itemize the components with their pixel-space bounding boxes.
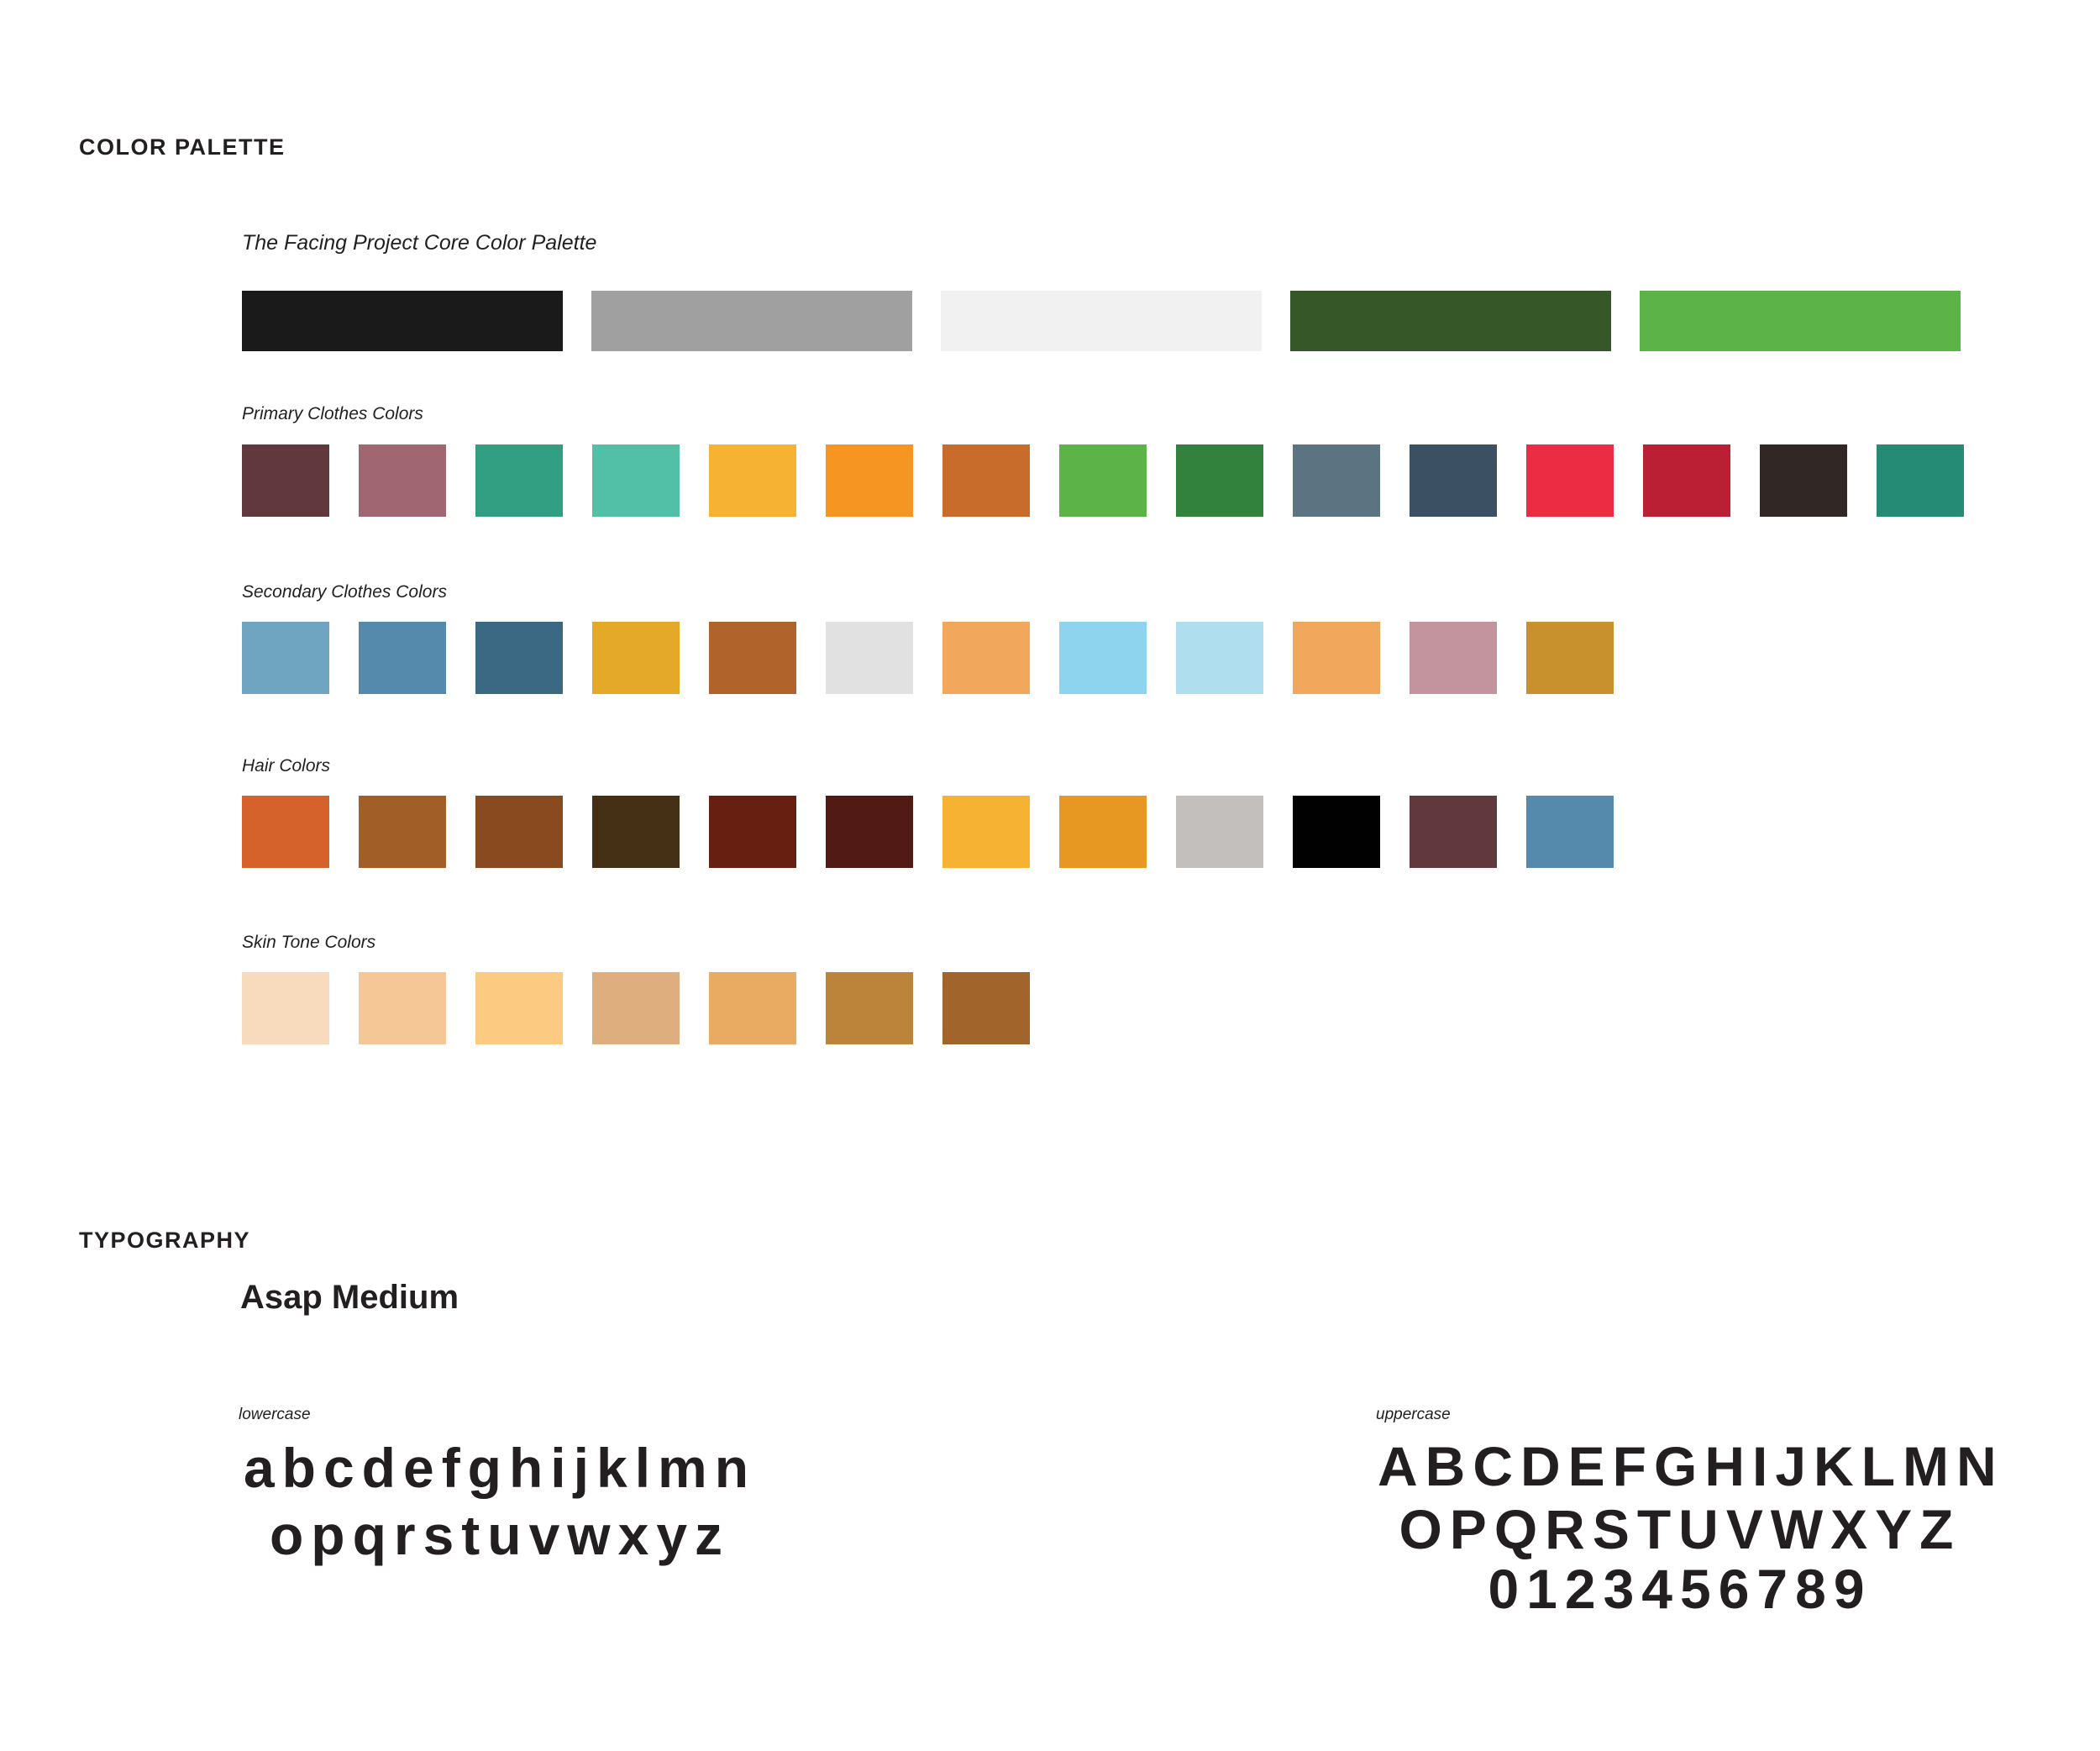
color-swatch (942, 444, 1030, 517)
color-swatch (242, 796, 329, 868)
color-swatch (475, 444, 563, 517)
color-swatch (826, 972, 913, 1044)
color-swatch (359, 796, 446, 868)
color-swatch (591, 291, 912, 351)
color-swatch (592, 444, 680, 517)
color-swatch (359, 972, 446, 1044)
core-palette-label: The Facing Project Core Color Palette (242, 231, 597, 255)
color-swatch (942, 972, 1030, 1044)
color-swatch (942, 796, 1030, 868)
color-swatch (1410, 622, 1497, 694)
secondary-clothes-label: Secondary Clothes Colors (242, 582, 447, 602)
color-swatch (592, 972, 680, 1044)
color-swatch (709, 622, 796, 694)
lowercase-line-2: opqrstuvwxyz (269, 1504, 731, 1566)
color-swatch (475, 622, 563, 694)
color-swatch (1877, 444, 1964, 517)
color-swatch (1176, 622, 1263, 694)
color-swatch (942, 622, 1030, 694)
color-swatch (592, 622, 680, 694)
uppercase-line-2: OPQRSTUVWXYZ (1399, 1498, 1961, 1560)
color-swatch (1526, 622, 1614, 694)
color-swatch (1176, 444, 1263, 517)
color-swatch (242, 444, 329, 517)
color-swatch (826, 444, 913, 517)
primary-clothes-label: Primary Clothes Colors (242, 404, 423, 423)
color-swatch (1293, 622, 1380, 694)
font-name: Asap Medium (240, 1279, 459, 1316)
color-swatch (1410, 444, 1497, 517)
uppercase-label: uppercase (1376, 1406, 1451, 1423)
color-swatch (475, 972, 563, 1044)
color-swatch (1643, 444, 1730, 517)
color-swatch (709, 796, 796, 868)
color-swatch (941, 291, 1262, 351)
color-swatch (1410, 796, 1497, 868)
color-swatch (1293, 444, 1380, 517)
lowercase-label: lowercase (239, 1406, 311, 1423)
color-swatch (1640, 291, 1961, 351)
color-swatch (1290, 291, 1611, 351)
color-swatch (242, 291, 563, 351)
color-swatch (1760, 444, 1847, 517)
color-swatch (1293, 796, 1380, 868)
color-swatch (1059, 444, 1147, 517)
color-swatch (709, 972, 796, 1044)
color-swatch (826, 622, 913, 694)
color-swatch (475, 796, 563, 868)
skin-tone-label: Skin Tone Colors (242, 933, 376, 952)
color-swatch (1059, 622, 1147, 694)
color-swatch (242, 622, 329, 694)
color-swatch (1176, 796, 1263, 868)
color-swatch (709, 444, 796, 517)
color-swatch (592, 796, 680, 868)
color-swatch (242, 972, 329, 1044)
color-swatch (1526, 444, 1614, 517)
typography-heading: TYPOGRAPHY (79, 1228, 251, 1253)
color-swatch (826, 796, 913, 868)
lowercase-line-1: abcdefghijklmn (243, 1437, 757, 1499)
color-swatch (1526, 796, 1614, 868)
color-palette-heading: COLOR PALETTE (79, 134, 286, 160)
uppercase-line-1: ABCDEFGHIJKLMN (1378, 1435, 2004, 1497)
color-swatch (1059, 796, 1147, 868)
color-swatch (359, 444, 446, 517)
color-swatch (359, 622, 446, 694)
digits-line: 0123456789 (1488, 1558, 1872, 1620)
hair-colors-label: Hair Colors (242, 756, 331, 776)
